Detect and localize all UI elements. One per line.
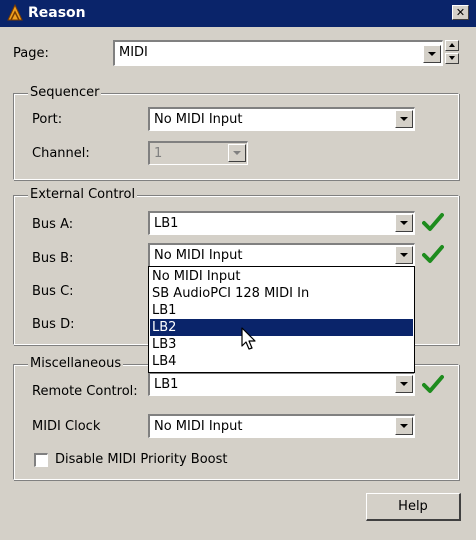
remote-control-label: Remote Control: [32,384,138,399]
spin-down-icon[interactable] [445,53,459,64]
dropdown-option[interactable]: LB1 [150,302,413,319]
bus-b-select-value: No MIDI Input [154,248,243,263]
chevron-down-icon[interactable] [395,417,413,435]
disable-boost-label[interactable]: Disable MIDI Priority Boost [55,451,227,469]
remote-control-select[interactable]: LB1 [148,372,415,396]
external-control-group-title: External Control [28,187,138,203]
title-bar[interactable]: Reason ✕ [0,0,476,27]
window-title: Reason [28,5,86,21]
midi-clock-select[interactable]: No MIDI Input [148,414,415,438]
disable-boost-checkbox[interactable] [34,453,48,467]
port-label: Port: [32,112,63,127]
page-label: Page: [13,46,49,61]
chevron-down-icon[interactable] [395,246,413,264]
midi-clock-select-value: No MIDI Input [154,419,243,434]
dropdown-option[interactable]: No MIDI Input [150,268,413,285]
reason-app-icon [7,4,23,21]
chevron-down-icon[interactable] [395,214,413,232]
dropdown-option[interactable]: LB3 [150,336,413,353]
miscellaneous-group-title: Miscellaneous [28,356,124,372]
close-icon[interactable]: ✕ [452,5,469,20]
bus-c-label: Bus C: [32,284,74,299]
bus-b-dropdown-list[interactable]: No MIDI Input SB AudioPCI 128 MIDI In LB… [148,266,415,373]
green-checkmark-icon [422,245,444,263]
spin-up-icon[interactable] [445,40,459,51]
chevron-down-icon[interactable] [395,110,413,128]
page-select-value: MIDI [119,45,148,60]
channel-select-value: 1 [154,146,163,161]
green-checkmark-icon [422,213,444,231]
dropdown-option[interactable]: SB AudioPCI 128 MIDI In [150,285,413,302]
dropdown-option-highlighted[interactable]: LB2 [150,319,413,336]
dropdown-option[interactable]: LB4 [150,353,413,370]
chevron-down-icon[interactable] [423,45,441,63]
remote-control-select-value: LB1 [154,377,179,392]
chevron-down-icon [228,144,246,162]
bus-a-select[interactable]: LB1 [148,211,415,235]
help-button[interactable]: Help [366,493,461,521]
port-select[interactable]: No MIDI Input [148,107,415,131]
sequencer-group-title: Sequencer [28,85,102,101]
bus-d-label: Bus D: [32,317,75,332]
midi-clock-label: MIDI Clock [32,419,101,434]
channel-label: Channel: [32,146,90,161]
bus-b-select[interactable]: No MIDI Input [148,243,415,267]
bus-a-label: Bus A: [32,217,74,232]
page-select[interactable]: MIDI [113,40,443,66]
mouse-pointer-icon [241,327,256,350]
port-select-value: No MIDI Input [154,112,243,127]
bus-a-select-value: LB1 [154,216,179,231]
green-checkmark-icon [422,375,444,393]
chevron-down-icon[interactable] [395,375,413,393]
bus-b-label: Bus B: [32,251,74,266]
channel-select: 1 [148,141,248,165]
